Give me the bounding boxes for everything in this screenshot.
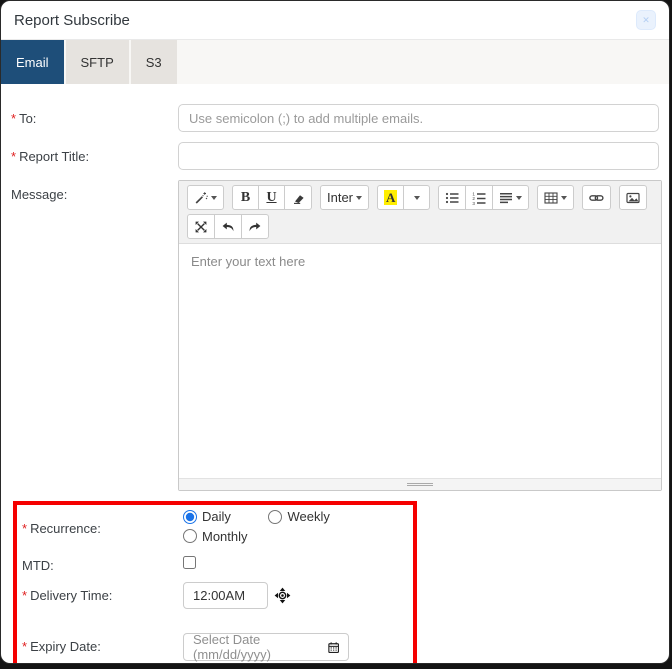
locate-crosshair-icon[interactable] [274,587,291,604]
close-icon: ✕ [642,15,650,26]
required-marker: * [22,639,27,654]
unordered-list-icon [445,191,459,205]
fullscreen-icon [194,220,208,234]
dialog-header: Report Subscribe ✕ [1,1,669,40]
recurrence-option-weekly[interactable]: Weekly [268,509,349,524]
recurrence-row: *Recurrence: Daily Weekly Monthly [17,509,413,548]
tab-s3[interactable]: S3 [131,40,177,84]
editor-toolbar: B U Inter [179,181,661,244]
editor-placeholder: Enter your text here [191,254,305,269]
font-family-value: Inter [327,190,353,205]
highlighted-schedule-section: *Recurrence: Daily Weekly Monthly [13,501,417,664]
chevron-down-icon [211,196,217,200]
weekly-radio[interactable] [268,510,282,524]
style-button[interactable] [187,185,224,210]
delivery-time-label: *Delivery Time: [22,588,183,603]
email-subscribe-form: *To: *Report Title: Message: [1,84,669,664]
recurrence-options: Daily Weekly Monthly [183,509,413,548]
report-subscribe-dialog: Report Subscribe ✕ Email SFTP S3 *To: *R… [0,0,670,664]
redo-icon [248,220,262,234]
dialog-title: Report Subscribe [14,12,130,29]
monthly-label: Monthly [202,529,248,544]
tab-email[interactable]: Email [1,40,64,84]
daily-label: Daily [202,509,231,524]
mtd-row: MTD: [17,556,413,574]
editor-content-area[interactable]: Enter your text here [179,244,661,478]
expiry-date-input[interactable]: Select Date (mm/dd/yyyy) [183,633,349,661]
eraser-icon [291,191,305,205]
required-marker: * [22,521,27,536]
expiry-date-row: *Expiry Date: Select Date (mm/dd/yyyy) [17,631,413,661]
ordered-list-button[interactable]: 1 2 3 [465,185,493,210]
editor-resize-bar[interactable] [179,478,661,490]
table-icon [544,191,558,205]
chevron-down-icon [516,196,522,200]
link-button[interactable] [582,185,611,210]
fullscreen-button[interactable] [187,214,215,239]
chevron-down-icon [561,196,567,200]
recurrence-option-daily[interactable]: Daily [183,509,264,524]
picture-icon [626,191,640,205]
magic-wand-icon [194,191,208,205]
close-button[interactable]: ✕ [636,10,656,30]
chevron-down-icon [414,196,420,200]
report-title-row: *Report Title: [11,142,659,170]
recurrence-option-monthly[interactable]: Monthly [183,529,264,544]
rich-text-editor: B U Inter [178,180,662,491]
clear-format-button[interactable] [284,185,312,210]
mtd-checkbox[interactable] [183,556,196,569]
expiry-date-label: *Expiry Date: [22,639,183,654]
font-color-dropdown-button[interactable] [403,185,430,210]
message-row: Message: [11,180,659,491]
toolbar-row-2 [187,214,661,239]
report-title-label: *Report Title: [11,142,178,164]
report-title-input[interactable] [178,142,659,170]
table-button[interactable] [537,185,574,210]
paragraph-align-button[interactable] [492,185,529,210]
calendar-icon [328,641,339,654]
weekly-label: Weekly [287,509,329,524]
undo-button[interactable] [214,214,242,239]
required-marker: * [11,149,16,164]
link-icon [589,191,604,205]
message-label: Message: [11,180,178,202]
expiry-date-placeholder: Select Date (mm/dd/yyyy) [193,632,323,662]
underline-button[interactable]: U [258,185,285,210]
recurrence-label: *Recurrence: [22,521,183,536]
svg-text:3: 3 [473,200,476,204]
undo-icon [221,220,235,234]
required-marker: * [11,111,16,126]
monthly-radio[interactable] [183,529,197,543]
picture-button[interactable] [619,185,647,210]
required-marker: * [22,588,27,603]
unordered-list-button[interactable] [438,185,466,210]
redo-button[interactable] [241,214,269,239]
delivery-time-input[interactable] [183,582,268,609]
to-input[interactable] [178,104,659,132]
delivery-time-row: *Delivery Time: [17,582,413,609]
tab-sftp[interactable]: SFTP [66,40,129,84]
font-family-button[interactable]: Inter [320,185,369,210]
mtd-label: MTD: [22,558,183,573]
resize-grip-icon [407,481,433,488]
bold-button[interactable]: B [232,185,259,210]
ordered-list-icon: 1 2 3 [472,191,486,205]
paragraph-align-icon [499,191,513,205]
chevron-down-icon [356,196,362,200]
tab-bar: Email SFTP S3 [1,40,669,84]
daily-radio[interactable] [183,510,197,524]
to-row: *To: [11,104,659,132]
font-color-button[interactable]: A [377,185,404,210]
to-label: *To: [11,104,178,126]
toolbar-row-1: B U Inter [187,185,661,210]
